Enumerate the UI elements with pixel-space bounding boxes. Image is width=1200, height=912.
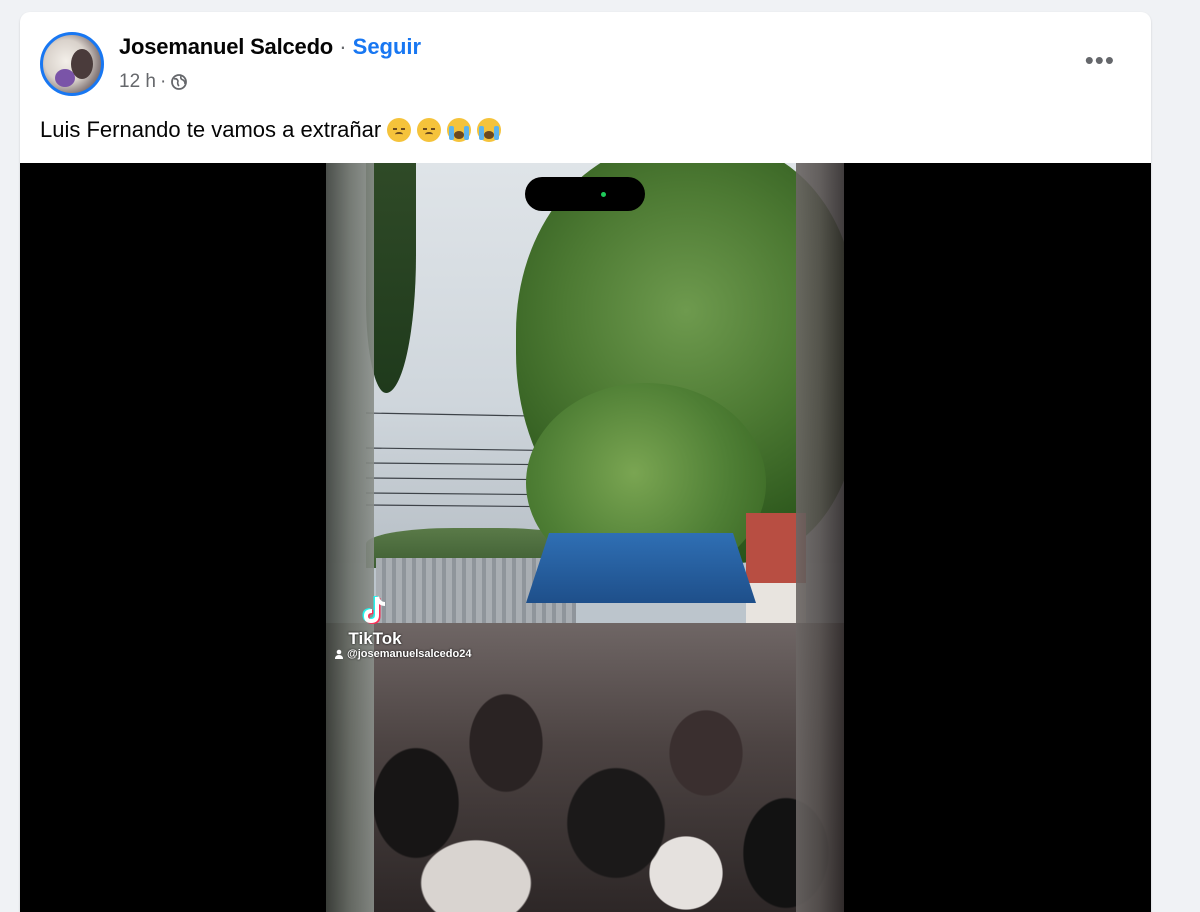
sad-face-emoji [387, 118, 412, 142]
post-message: Luis Fernando te vamos a extrañar [40, 117, 382, 142]
crowd [326, 623, 844, 912]
sad-face-emoji [417, 118, 442, 142]
tiktok-handle: @josemanuelsalcedo24 [334, 648, 471, 660]
author-line: Josemanuel Salcedo · Seguir [119, 34, 421, 60]
user-icon [335, 649, 343, 659]
tiktok-username: @josemanuelsalcedo24 [347, 648, 472, 660]
post-meta: 12 h · [119, 71, 188, 93]
tiktok-logo-icon [362, 596, 386, 625]
more-options-button[interactable]: ••• [1085, 47, 1115, 73]
follow-button[interactable]: Seguir [353, 34, 421, 59]
crying-face-emoji [447, 118, 472, 142]
video-player[interactable]: TikTok @josemanuelsalcedo24 [20, 163, 1151, 912]
phone-notch [525, 177, 645, 211]
blue-tent [526, 533, 756, 603]
left-blur-edge [326, 163, 374, 912]
author-avatar[interactable] [40, 32, 104, 96]
author-name[interactable]: Josemanuel Salcedo [119, 34, 333, 59]
right-blur-edge [796, 163, 844, 912]
tiktok-watermark: TikTok [340, 593, 410, 649]
globe-icon [171, 74, 188, 90]
author-separator: · [339, 34, 347, 59]
tiktok-label: TikTok [348, 629, 402, 648]
avatar-photo-detail [55, 69, 75, 87]
post-timestamp[interactable]: 12 h [119, 71, 156, 93]
crying-face-emoji [477, 118, 502, 142]
post-text: Luis Fernando te vamos a extrañar [40, 117, 502, 143]
meta-separator: · [159, 71, 167, 92]
video-frame[interactable]: TikTok @josemanuelsalcedo24 [326, 163, 844, 912]
post-card: Josemanuel Salcedo · Seguir 12 h · ••• L… [20, 12, 1151, 912]
